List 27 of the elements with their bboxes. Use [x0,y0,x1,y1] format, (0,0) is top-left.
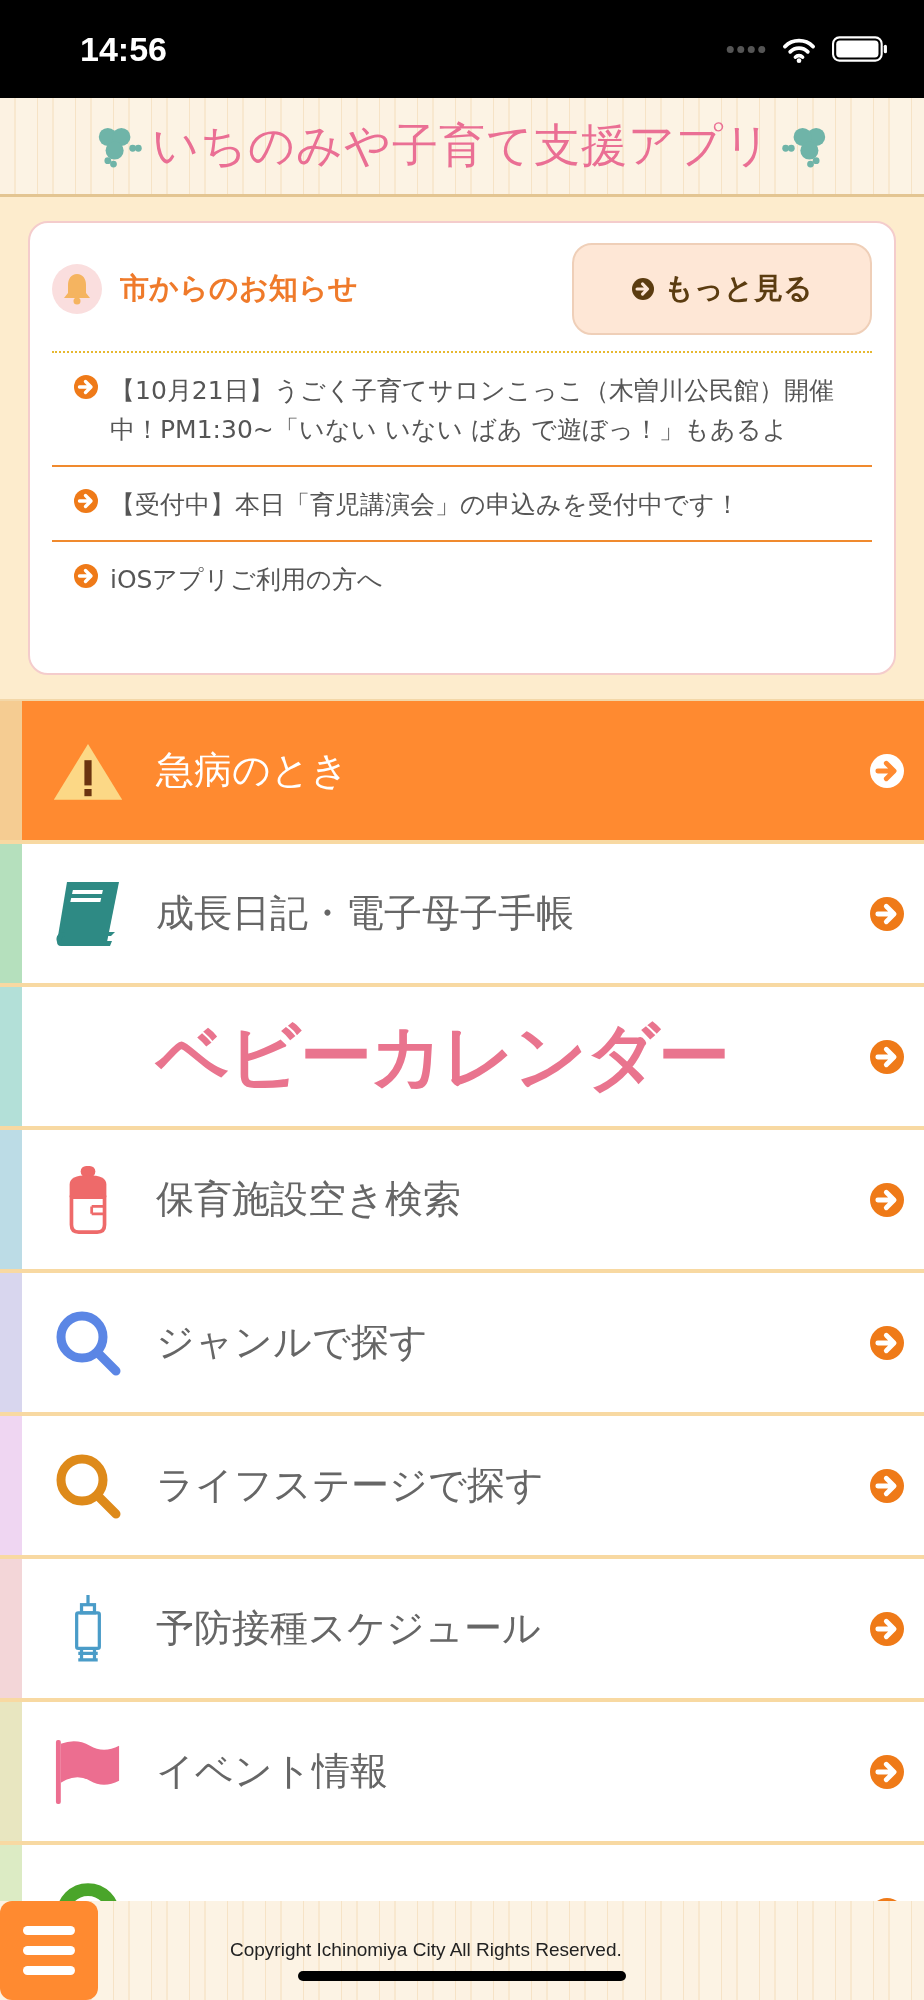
logo-text: ベビーカレンダー [156,1012,729,1100]
menu-label: イベント情報 [156,1748,389,1795]
menu-label: 予防接種スケジュール [156,1605,542,1652]
battery-icon [832,36,888,62]
notice-link[interactable]: iOSアプリご利用の方へ [110,560,384,599]
more-button[interactable]: もっと見る [572,243,872,335]
menu-icon [23,1926,75,1975]
menu-label: 急病のとき [156,747,350,794]
status-time: 14:56 [80,29,167,69]
app-title: いちのみや子育て支援アプリ [152,117,772,174]
notice-link[interactable]: 【受付中】本日「育児講演会」の申込みを受付中です！ [110,485,740,524]
menu-label: 成長日記・電子母子手帳 [156,890,575,937]
menu-item[interactable]: 成長日記・電子母子手帳 [0,844,924,987]
menu-item[interactable]: ジャンルで探す [0,1273,924,1416]
menu-item[interactable]: イベント情報 [0,1702,924,1845]
signal-icon [726,45,766,53]
notice-link[interactable]: 【10月21日】うごく子育てサロンこっこ（木曽川公民館）開催中！PM1:30~「いない いない ばあ で遊ぼっ！」もあるよ [110,371,862,449]
menu-button[interactable] [0,1901,98,2000]
menu-label: ライフステージで探す [156,1462,545,1509]
menu-item[interactable]: 予防接種スケジュール [0,1559,924,1702]
copyright-text: Copyright Ichinomiya City All Rights Reserved. [230,1939,622,1961]
menu-label: ジャンルで探す [156,1319,429,1366]
menu-item[interactable]: ライフステージで探す [0,1416,924,1559]
menu-label: 保育施設空き検索 [156,1176,462,1223]
notice-heading: 市からのお知らせ [120,270,359,307]
menu-item[interactable]: 保育施設空き検索 [0,1130,924,1273]
bell-icon [52,264,102,314]
